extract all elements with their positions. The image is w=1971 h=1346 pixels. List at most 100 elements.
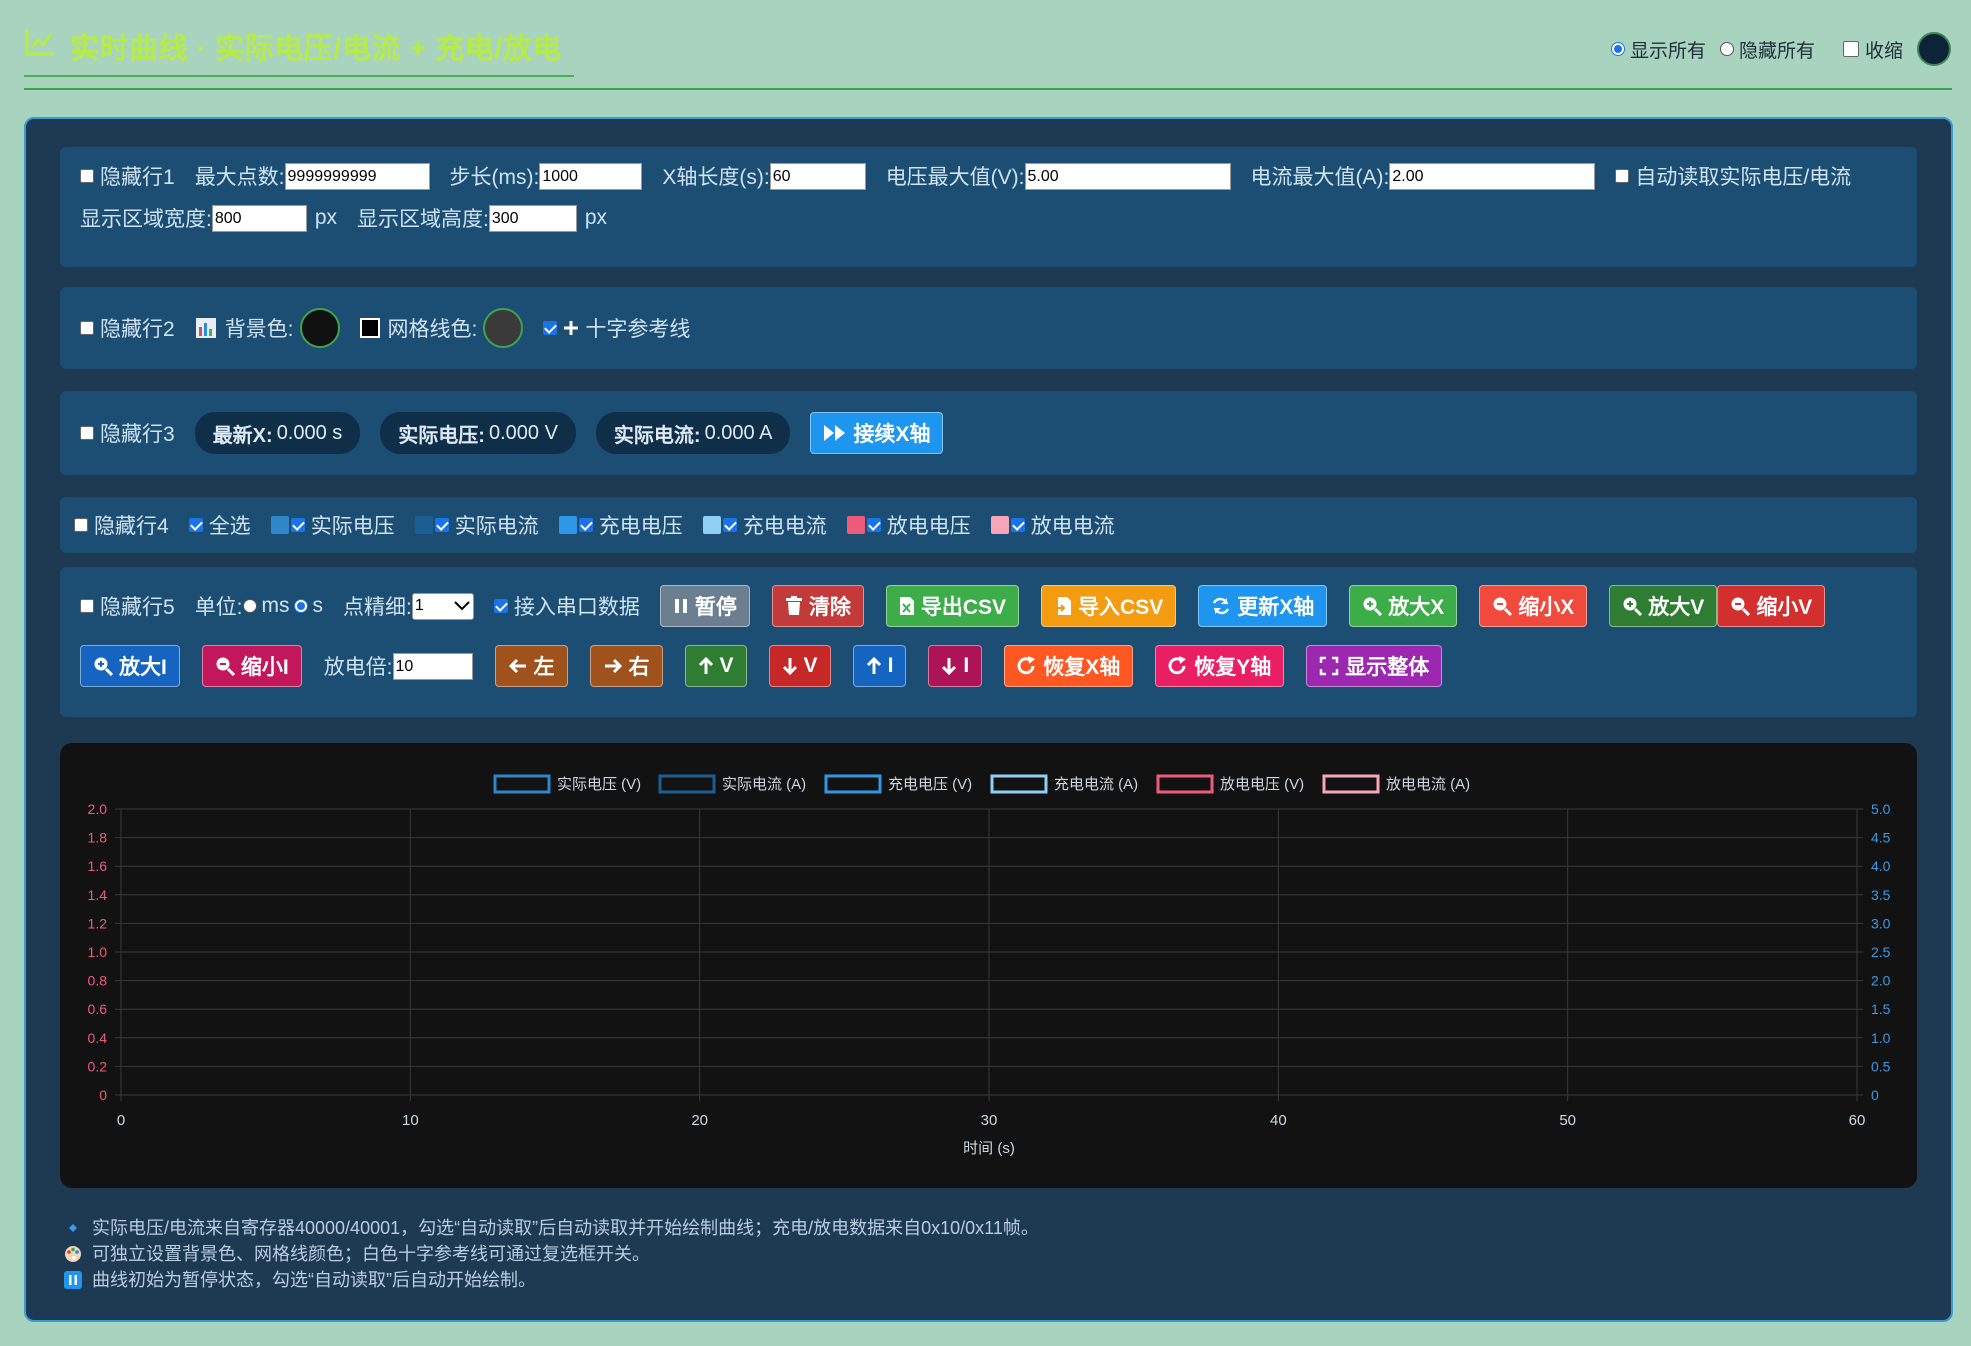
help-notes: 实际电压/电流来自寄存器40000/40001，勾选“自动读取”后自动读取并开始… xyxy=(64,1215,1039,1293)
checkbox-box[interactable] xyxy=(80,599,94,613)
select-all-label: 全选 xyxy=(208,515,251,538)
series-toggle-charge-current[interactable]: 充电电流 xyxy=(702,510,827,540)
pause-button[interactable]: 暂停 xyxy=(659,585,750,627)
max-points-field-group: 最大点数: 9999999999 xyxy=(195,161,430,191)
auto-read-checkbox[interactable]: 自动读取实际电压/电流 xyxy=(1615,161,1851,191)
zoom-out-x-button[interactable]: 缩小X xyxy=(1479,585,1588,627)
imax-input[interactable]: 2.00 xyxy=(1389,162,1596,190)
update-x-button[interactable]: 更新X轴 xyxy=(1198,585,1328,627)
series-color-swatch xyxy=(702,516,721,534)
show-all-button[interactable]: 显示整体 xyxy=(1306,645,1443,687)
reset-x-button[interactable]: 恢复X轴 xyxy=(1004,645,1134,687)
checkbox-box[interactable] xyxy=(1842,41,1859,57)
y-left-tick-label: 1.2 xyxy=(88,915,108,931)
series-color-swatch xyxy=(990,516,1009,534)
crosshair-checkbox[interactable]: 十字参考线 xyxy=(543,313,690,343)
factor-input[interactable]: 10 xyxy=(392,652,473,680)
import-csv-button[interactable]: 导入CSV xyxy=(1041,585,1177,627)
radio-indicator[interactable] xyxy=(1610,42,1625,56)
pan-left-button[interactable]: 左 xyxy=(494,645,568,687)
v-down-button[interactable]: V xyxy=(768,645,831,687)
i-down-button[interactable]: I xyxy=(928,645,983,687)
series-toggle-actual-voltage[interactable]: 实际电压 xyxy=(270,510,395,540)
bg-color-label: 背景色: xyxy=(224,318,294,341)
realtime-chart[interactable]: 0 0.2 0.4 0.6 0.8 1.0 1.2 1.4 1.6 1.8 2.0 0 0.5 1.0 1.… xyxy=(60,743,1917,1188)
note-item: 实际电压/电流来自寄存器40000/40001，勾选“自动读取”后自动读取并开始… xyxy=(64,1215,1039,1241)
hide-row-4-checkbox[interactable]: 隐藏行4 xyxy=(74,510,169,540)
checkbox-box[interactable] xyxy=(1010,518,1025,532)
pan-right-button[interactable]: 右 xyxy=(589,645,663,687)
hide-row-3-checkbox[interactable]: 隐藏行3 xyxy=(80,418,175,448)
unit-s-radio[interactable] xyxy=(293,599,308,613)
hide-row-2-checkbox[interactable]: 隐藏行2 xyxy=(80,313,175,343)
trash-icon xyxy=(785,596,802,615)
y-left-tick-label: 0.4 xyxy=(88,1030,108,1046)
checkbox-box[interactable] xyxy=(188,518,203,532)
unit-ms-radio[interactable] xyxy=(242,599,257,613)
redo-icon xyxy=(1168,656,1187,675)
step-label: 步长(ms): xyxy=(449,166,540,189)
height-input[interactable]: 300 xyxy=(488,204,577,232)
width-input[interactable]: 800 xyxy=(211,204,307,232)
series-toggle-discharge-current[interactable]: 放电电流 xyxy=(990,510,1115,540)
series-toggle-discharge-voltage[interactable]: 放电电压 xyxy=(846,510,971,540)
checkbox-box[interactable] xyxy=(80,426,94,440)
y-left-tick-label: 1.8 xyxy=(88,830,108,846)
zoom-out-i-button[interactable]: 缩小I xyxy=(201,645,302,687)
series-label: 放电电流 xyxy=(1030,515,1115,538)
clear-button[interactable]: 清除 xyxy=(771,585,864,627)
series-label: 放电电压 xyxy=(886,515,971,538)
vmax-input[interactable]: 5.00 xyxy=(1024,162,1231,190)
checkbox-box[interactable] xyxy=(722,518,737,532)
zoom-in-i-button[interactable]: 放大I xyxy=(80,645,180,687)
i-up-button[interactable]: I xyxy=(852,645,907,687)
series-label: 充电电流 xyxy=(742,515,827,538)
hide-row-1-checkbox[interactable]: 隐藏行1 xyxy=(80,161,175,191)
export-csv-button[interactable]: 导出CSV xyxy=(885,585,1020,627)
note-text: 曲线初始为暂停状态，勾选“自动读取”后自动开始绘制。 xyxy=(92,1270,536,1290)
precision-value: 1 xyxy=(414,597,424,614)
precision-label: 点精细: xyxy=(343,596,412,619)
series-toggle-charge-voltage[interactable]: 充电电压 xyxy=(558,510,683,540)
theme-color-swatch[interactable] xyxy=(1917,32,1951,66)
precision-select[interactable]: 1 xyxy=(411,592,474,620)
legend-swatch xyxy=(1156,774,1214,794)
checkbox-box[interactable] xyxy=(434,518,449,532)
checkbox-box[interactable] xyxy=(80,169,94,183)
zoom-in-x-button[interactable]: 放大X xyxy=(1349,585,1458,627)
series-color-swatch xyxy=(558,516,577,534)
radio-indicator[interactable] xyxy=(1719,42,1734,56)
xlen-input[interactable]: 60 xyxy=(769,162,866,190)
legend-label: 实际电流 (A) xyxy=(722,776,806,793)
hide-all-radio[interactable]: 隐藏所有 xyxy=(1719,36,1815,63)
checkbox-box[interactable] xyxy=(866,518,881,532)
checkbox-box[interactable] xyxy=(74,518,88,532)
checkbox-box[interactable] xyxy=(80,321,94,335)
checkbox-box[interactable] xyxy=(493,599,508,613)
hide-all-label: 隐藏所有 xyxy=(1738,40,1815,62)
y-right-tick-label: 4.5 xyxy=(1871,830,1891,846)
grid-color-picker[interactable] xyxy=(483,308,524,348)
bg-color-picker[interactable] xyxy=(299,308,340,348)
checkbox-box[interactable] xyxy=(543,321,558,335)
continue-x-button[interactable]: 接续X轴 xyxy=(810,412,944,454)
step-input[interactable]: 1000 xyxy=(539,162,643,190)
checkbox-box[interactable] xyxy=(1615,169,1630,183)
checkbox-box[interactable] xyxy=(578,518,593,532)
excel-file-icon xyxy=(899,597,914,615)
collapse-checkbox[interactable]: 收缩 xyxy=(1842,36,1903,63)
blue-diamond-icon xyxy=(69,1224,77,1232)
show-all-radio[interactable]: 显示所有 xyxy=(1610,36,1706,63)
y-left-tick-label: 1.4 xyxy=(88,887,108,903)
checkbox-box[interactable] xyxy=(290,518,305,532)
serial-checkbox[interactable]: 接入串口数据 xyxy=(493,591,640,621)
v-up-button[interactable]: V xyxy=(684,645,747,687)
reset-y-button[interactable]: 恢复Y轴 xyxy=(1155,645,1285,687)
max-points-input[interactable]: 9999999999 xyxy=(284,162,430,190)
series-toggle-actual-current[interactable]: 实际电流 xyxy=(414,510,539,540)
hide-row-5-checkbox[interactable]: 隐藏行5 xyxy=(80,591,175,621)
zoom-in-v-button[interactable]: 放大V xyxy=(1609,585,1718,627)
chart-container[interactable]: 0 0.2 0.4 0.6 0.8 1.0 1.2 1.4 1.6 1.8 2.0 0 0.5 1.0 1.… xyxy=(60,743,1917,1188)
select-all-checkbox[interactable]: 全选 xyxy=(188,510,251,540)
zoom-out-v-button[interactable]: 缩小V xyxy=(1717,585,1826,627)
